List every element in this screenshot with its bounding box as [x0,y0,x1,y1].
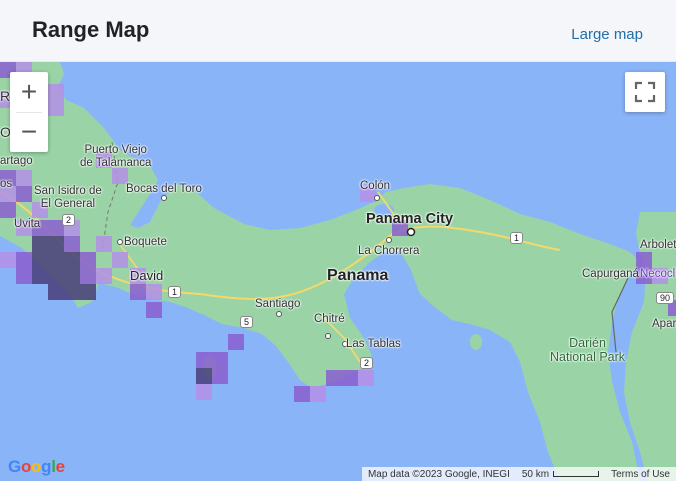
label-bocas-del-toro: Bocas del Toro [126,183,202,195]
google-logo-g2: g [41,457,52,476]
city-dot-santiago [276,311,282,317]
label-panama: Panama [327,267,389,284]
google-logo-e: e [55,457,65,476]
label-boquete: Boquete [124,236,167,248]
map-data-credit: Map data ©2023 Google, INEGI [367,468,510,480]
map-scale[interactable]: 50 km [521,468,600,480]
fullscreen-icon [634,81,656,103]
road-shield-2a: 2 [62,214,76,226]
city-dot-boquete [117,239,123,245]
land-pearl-islands [470,334,482,350]
label-santiago: Santiago [255,298,301,310]
label-arboletes: Arbolet [640,239,676,251]
label-chitre: Chitré [314,313,345,325]
label-capurgana: Capurganá [582,268,639,280]
fullscreen-button[interactable] [625,72,665,112]
label-colon: Colón [360,180,391,192]
scale-label: 50 km [521,468,550,480]
label-uvita: Uvita [14,218,41,230]
zoom-control: + − [10,72,48,152]
label-las-tablas: Las Tablas [346,338,401,350]
zoom-in-button[interactable]: + [10,72,48,112]
zoom-out-button[interactable]: − [10,112,48,152]
road-shield-90: 90 [656,292,675,304]
map-attribution: Map data ©2023 Google, INEGI 50 km Terms… [361,467,676,481]
google-logo[interactable]: Google [8,457,65,477]
road-shield-2b: 2 [360,357,374,369]
city-dot-chitre [325,333,331,339]
land-panama [96,184,640,481]
google-logo-o1: o [20,457,32,476]
road-shield-1b: 1 [510,232,524,244]
city-dot-colon [374,195,380,201]
road-shield-1a: 1 [168,286,182,298]
terms-link[interactable]: Terms of Use [611,469,670,480]
label-puerto-viejo: Puerto Viejo de Talamanca [80,144,152,169]
label-david: David [130,268,164,283]
header: Range Map Large map [0,0,676,62]
city-dot-bocas [161,195,167,201]
label-apartado: Apar [652,318,676,330]
label-cartago: artago [0,155,33,167]
page-title: Range Map [32,17,150,42]
range-map[interactable]: Panama City Panama Colón La Chorrera San… [0,62,676,481]
google-logo-g1: G [8,457,21,476]
google-logo-o2: o [31,457,42,476]
scale-bar [553,470,600,477]
city-dot-la-chorrera [386,237,392,243]
large-map-link[interactable]: Large map [571,26,643,43]
label-panama-city: Panama City [366,211,454,227]
label-la-chorrera: La Chorrera [358,245,420,257]
label-edge-s: os [0,178,13,190]
road-shield-5: 5 [240,316,254,328]
label-edge-r: R [0,88,11,104]
label-necocli: Necocl [640,268,676,280]
label-san-isidro: San Isidro de El General [34,185,102,210]
city-dot-panama-city [406,227,416,237]
label-darien: Darién National Park [550,336,626,364]
